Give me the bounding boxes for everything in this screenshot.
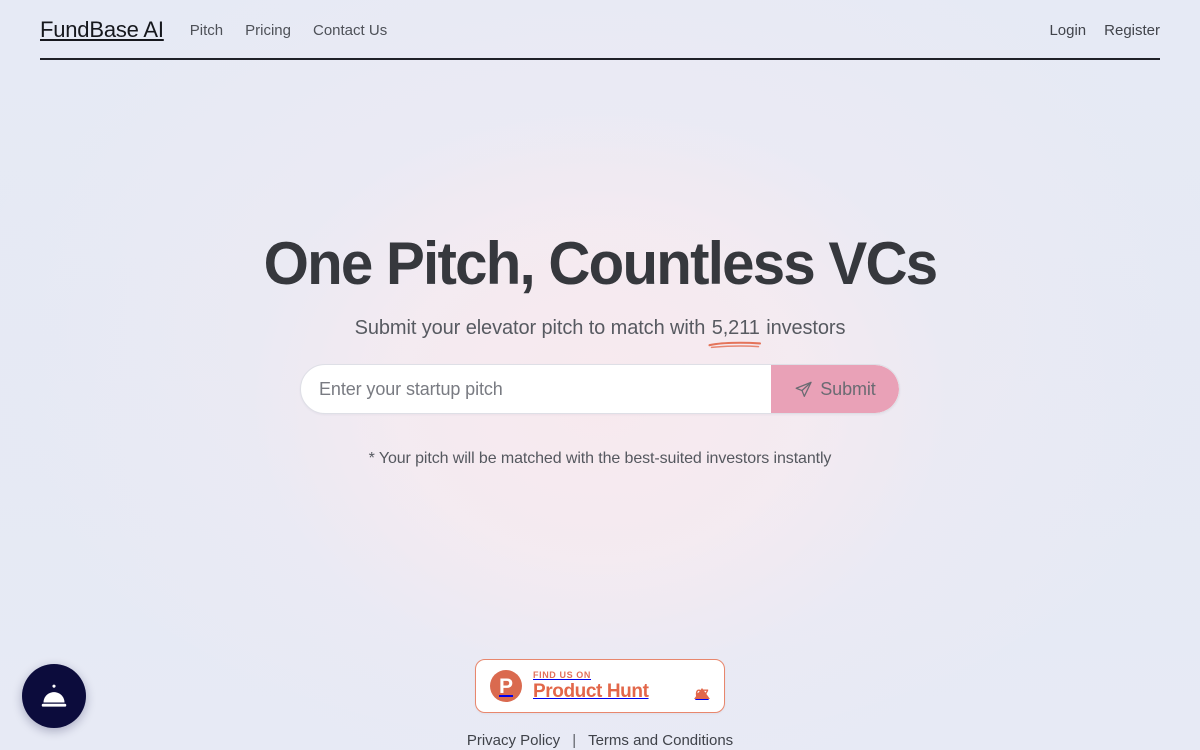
subtitle-suffix: investors: [760, 317, 846, 339]
auth-nav-links: Login Register: [1049, 22, 1160, 39]
pitch-search-row: Submit: [0, 364, 1200, 414]
investor-count-value: 5,211: [711, 317, 760, 339]
subtitle-prefix: Submit your elevator pitch to match with: [354, 317, 711, 339]
top-navigation-bar: FundBase AI Pitch Pricing Contact Us Log…: [0, 0, 1200, 60]
product-hunt-upvotes: 67: [694, 671, 710, 701]
nav-link-pricing[interactable]: Pricing: [245, 22, 291, 39]
product-hunt-kicker: FIND US ON: [533, 670, 592, 680]
submit-button[interactable]: Submit: [771, 365, 899, 413]
nav-link-pitch[interactable]: Pitch: [190, 22, 223, 39]
page-title: One Pitch, Countless VCs: [263, 230, 939, 297]
footer-separator: |: [572, 732, 577, 749]
product-hunt-name: Product Hunt: [533, 681, 649, 702]
hero-section: One Pitch, Countless VCs Submit your ele…: [0, 60, 1200, 468]
footer-link-terms-and-conditions[interactable]: Terms and Conditions: [588, 732, 733, 749]
nav-link-login[interactable]: Login: [1049, 22, 1086, 39]
hero-subtitle: Submit your elevator pitch to match with…: [0, 317, 1200, 349]
send-icon: [795, 381, 812, 397]
brand-logo[interactable]: FundBase AI: [40, 17, 164, 43]
nav-link-contact-us[interactable]: Contact Us: [313, 22, 387, 39]
navbar-bottom-border: [40, 58, 1160, 60]
primary-nav-links: Pitch Pricing Contact Us: [190, 22, 387, 39]
investor-count-highlight: 5,211: [708, 317, 761, 349]
footer-link-privacy-policy[interactable]: Privacy Policy: [467, 732, 560, 749]
support-fab-button[interactable]: [22, 664, 86, 728]
upvote-count: 67: [695, 687, 709, 701]
nav-link-register[interactable]: Register: [1104, 22, 1160, 39]
product-hunt-badge-wrapper: P FIND US ON Product Hunt 67: [0, 659, 1200, 713]
submit-button-label: Submit: [820, 378, 876, 399]
pitch-input[interactable]: [301, 365, 772, 413]
page-footer: Privacy Policy | Terms and Conditions: [0, 732, 1200, 749]
product-hunt-logo-icon: P: [490, 670, 522, 702]
pitch-search-container: Submit: [300, 364, 900, 414]
pitch-footnote: * Your pitch will be matched with the be…: [368, 450, 832, 467]
product-hunt-badge[interactable]: P FIND US ON Product Hunt 67: [475, 659, 725, 713]
product-hunt-text: FIND US ON Product Hunt: [533, 670, 649, 702]
service-bell-icon: [41, 684, 67, 707]
hand-drawn-underline-icon: [708, 341, 761, 349]
